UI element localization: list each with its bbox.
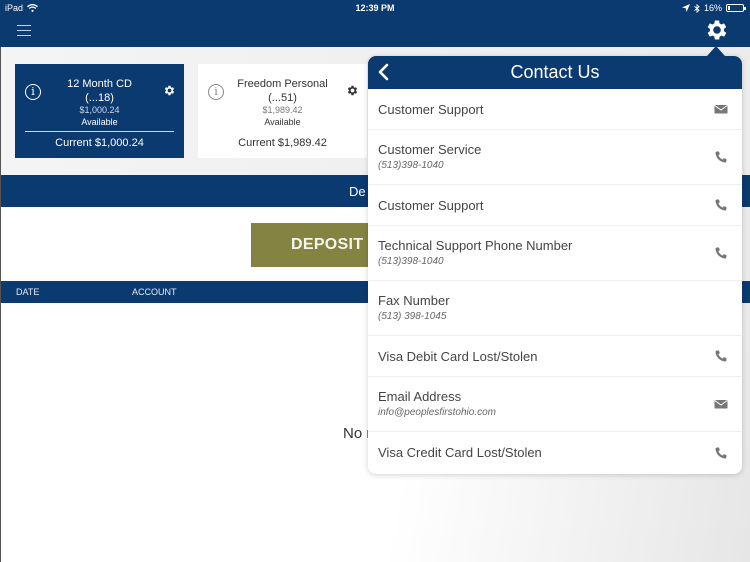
hamburger-menu-icon[interactable] bbox=[17, 25, 31, 37]
available-amount: $1,000.24 bbox=[79, 105, 120, 115]
account-name: 12 Month CD bbox=[67, 78, 132, 90]
info-icon[interactable]: i bbox=[25, 84, 41, 100]
contact-item[interactable]: Customer Support bbox=[368, 89, 742, 130]
current-balance: Current $1,989.42 bbox=[238, 137, 327, 149]
contact-item-detail: (513) 398-1045 bbox=[378, 311, 447, 322]
contact-item-name: Customer Service bbox=[378, 142, 482, 157]
contact-item[interactable]: Technical Support Phone Number (513)398-1… bbox=[368, 226, 742, 281]
account-number: (...18) bbox=[85, 92, 114, 104]
account-number: (...51) bbox=[268, 92, 297, 104]
contact-item-detail: (513)398-1040 bbox=[378, 160, 444, 171]
contact-item-name: Email Address bbox=[378, 389, 462, 404]
column-header-date[interactable]: DATE bbox=[16, 287, 39, 297]
contact-item[interactable]: Visa Debit Card Lost/Stolen bbox=[368, 336, 742, 377]
left-edge-divider bbox=[0, 47, 1, 562]
contact-item-name: Fax Number bbox=[378, 293, 450, 308]
phone-icon[interactable] bbox=[714, 349, 728, 363]
current-balance: Current $1,000.24 bbox=[55, 137, 144, 149]
battery-icon bbox=[726, 4, 746, 12]
phone-icon[interactable] bbox=[714, 246, 728, 260]
contact-item-name: Customer Support bbox=[378, 198, 484, 213]
contact-item-name: Visa Credit Card Lost/Stolen bbox=[378, 445, 542, 460]
popover-header: Contact Us bbox=[368, 56, 742, 89]
nav-bar bbox=[0, 16, 750, 47]
contact-item-name: Technical Support Phone Number bbox=[378, 238, 573, 253]
account-name: Freedom Personal bbox=[237, 78, 328, 90]
envelope-icon[interactable] bbox=[714, 102, 728, 116]
phone-icon[interactable] bbox=[714, 446, 728, 460]
status-bar: iPad 12:39 PM 16% bbox=[0, 0, 750, 16]
account-card-freedom-personal[interactable]: i Freedom Personal (...51) $1,989.42 Ava… bbox=[198, 64, 367, 158]
available-label: Available bbox=[264, 117, 301, 127]
contact-item[interactable]: Customer Support bbox=[368, 185, 742, 226]
gear-icon[interactable] bbox=[704, 17, 730, 43]
clock: 12:39 PM bbox=[355, 3, 395, 13]
available-amount: $1,989.42 bbox=[262, 105, 303, 115]
contact-item[interactable]: Email Address info@peoplesfirstohio.com bbox=[368, 377, 742, 432]
contact-item[interactable]: Visa Credit Card Lost/Stolen bbox=[368, 432, 742, 473]
contact-item[interactable]: Customer Service (513)398-1040 bbox=[368, 130, 742, 185]
available-label: Available bbox=[81, 117, 118, 127]
popover-arrow bbox=[707, 46, 725, 56]
phone-icon[interactable] bbox=[714, 150, 728, 164]
column-header-account[interactable]: ACCOUNT bbox=[132, 287, 177, 297]
contact-item-name: Customer Support bbox=[378, 102, 484, 117]
gear-icon[interactable] bbox=[346, 84, 359, 97]
info-icon[interactable]: i bbox=[208, 84, 224, 100]
contact-item-detail: info@peoplesfirstohio.com bbox=[378, 407, 496, 418]
contact-item-detail: (513)398-1040 bbox=[378, 256, 444, 267]
bluetooth-icon bbox=[694, 3, 700, 13]
contact-item-name: Visa Debit Card Lost/Stolen bbox=[378, 349, 538, 364]
card-divider bbox=[25, 131, 174, 132]
contact-item[interactable]: Fax Number (513) 398-1045 bbox=[368, 281, 742, 336]
contact-list: Customer Support Customer Service (513)398… bbox=[368, 89, 742, 473]
gear-icon[interactable] bbox=[163, 84, 176, 97]
location-icon bbox=[681, 4, 690, 12]
section-title: De bbox=[349, 184, 366, 199]
contact-us-popover: Contact Us Customer Support Customer Serv… bbox=[368, 56, 742, 474]
envelope-icon[interactable] bbox=[714, 397, 728, 411]
phone-icon[interactable] bbox=[714, 198, 728, 212]
popover-title: Contact Us bbox=[510, 62, 600, 82]
battery-fill bbox=[728, 6, 730, 10]
account-card-12-month-cd[interactable]: i 12 Month CD (...18) $1,000.24 Availabl… bbox=[15, 64, 184, 158]
battery-percent: 16% bbox=[703, 3, 722, 13]
